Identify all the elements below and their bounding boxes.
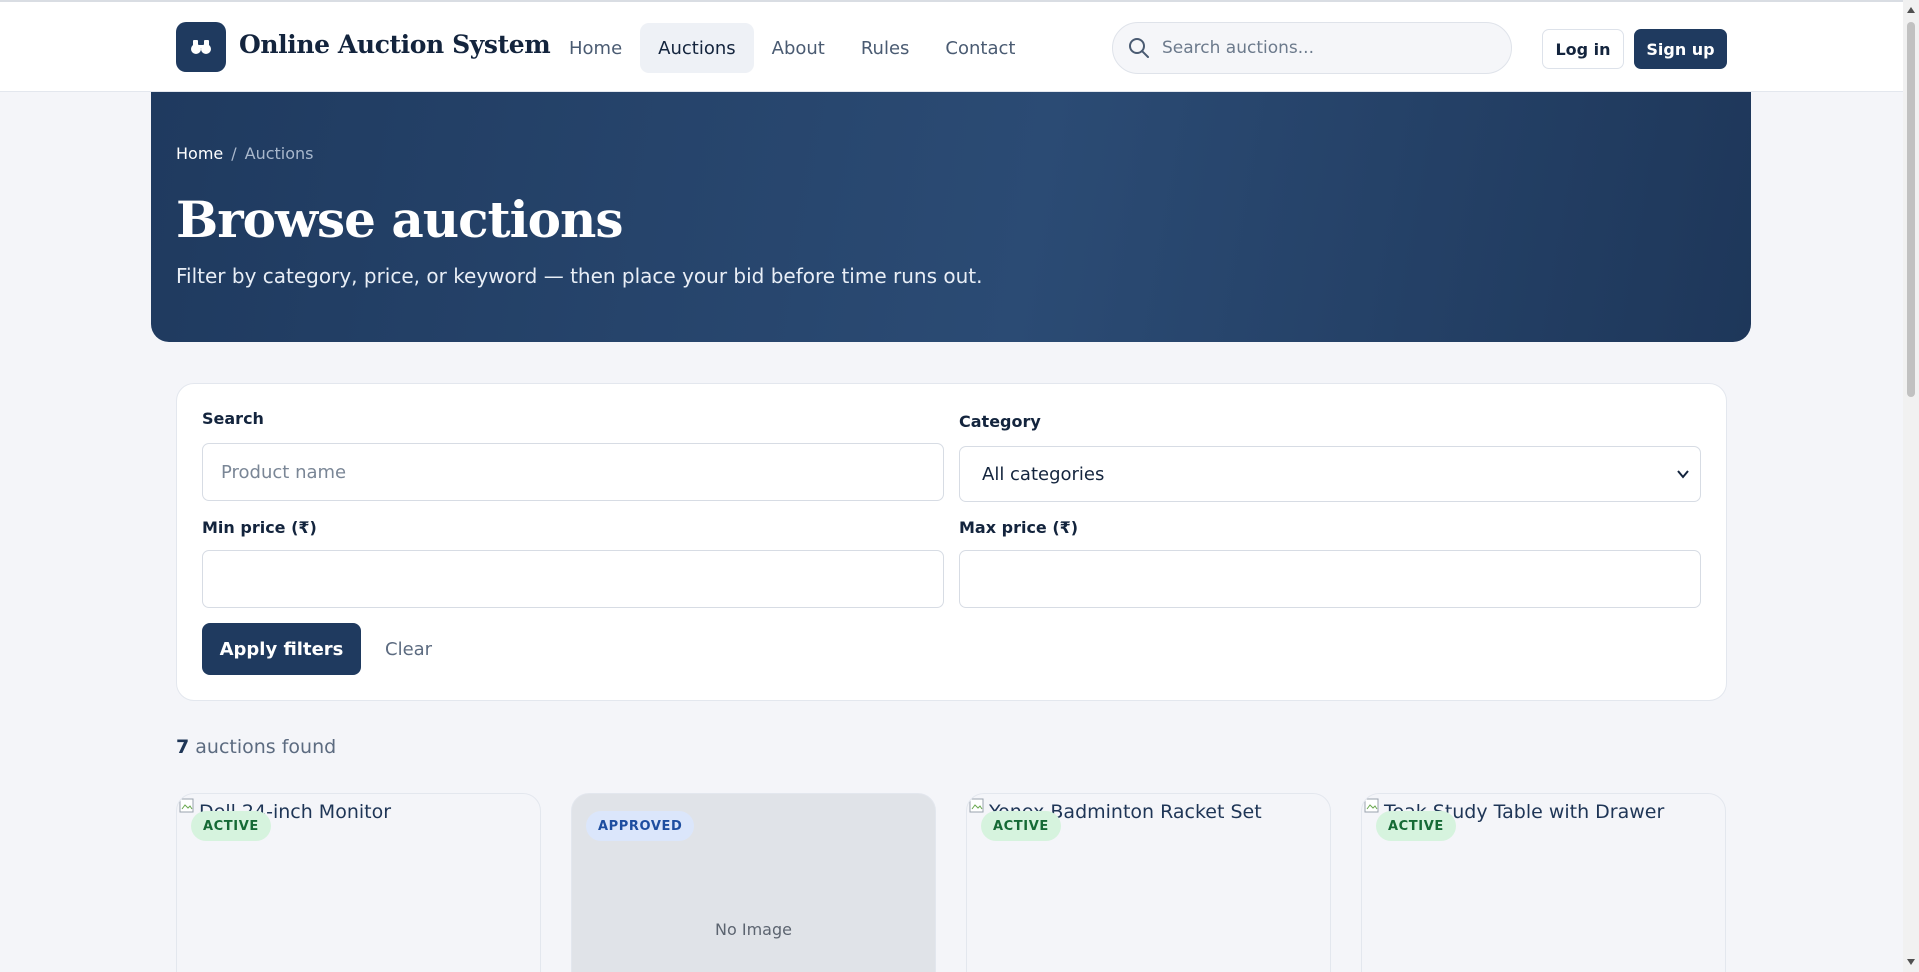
scroll-thumb[interactable]: [1907, 22, 1915, 397]
header-search-input[interactable]: [1162, 38, 1482, 58]
category-select[interactable]: All categories: [959, 446, 1701, 502]
product-search-input[interactable]: [202, 443, 944, 501]
auction-card[interactable]: Yonex Badminton Racket Set ACTIVE: [966, 793, 1331, 972]
status-badge: APPROVED: [586, 811, 695, 841]
search-icon: [1129, 38, 1149, 58]
results-count: 7 auctions found: [176, 736, 336, 758]
page-scrollbar[interactable]: [1903, 0, 1919, 972]
status-badge: ACTIVE: [981, 811, 1061, 841]
scroll-up-icon[interactable]: [1906, 5, 1916, 15]
header-search: [1112, 22, 1512, 74]
search-label: Search: [202, 409, 264, 428]
broken-image-icon: [969, 798, 984, 813]
gavel-icon: [191, 40, 211, 54]
auction-card[interactable]: Dell 24-inch Monitor ACTIVE: [176, 793, 541, 972]
top-navbar: Online Auction System Home Auctions Abou…: [0, 0, 1903, 92]
breadcrumb-current: Auctions: [244, 144, 314, 163]
breadcrumb: Home / Auctions: [176, 144, 314, 163]
results-number: 7: [176, 736, 190, 758]
max-price-label: Max price (₹): [959, 518, 1079, 537]
page-subtitle: Filter by category, price, or keyword — …: [176, 264, 983, 288]
auction-card[interactable]: Teak Study Table with Drawer ACTIVE: [1361, 793, 1726, 972]
brand-name[interactable]: Online Auction System: [239, 30, 551, 59]
signup-button[interactable]: Sign up: [1634, 29, 1727, 69]
nav-about[interactable]: About: [754, 23, 843, 73]
filter-panel: Search Category All categories Min price…: [176, 383, 1727, 701]
nav-contact[interactable]: Contact: [927, 23, 1033, 73]
broken-image-icon: [1364, 798, 1379, 813]
page-title: Browse auctions: [176, 190, 623, 249]
min-price-input[interactable]: [202, 550, 944, 608]
breadcrumb-home[interactable]: Home: [176, 144, 223, 163]
status-badge: ACTIVE: [1376, 811, 1456, 841]
apply-filters-button[interactable]: Apply filters: [202, 623, 361, 675]
clear-filters-button[interactable]: Clear: [373, 623, 444, 675]
breadcrumb-separator: /: [231, 144, 237, 163]
hero-banner: Home / Auctions Browse auctions Filter b…: [151, 92, 1751, 342]
nav-auctions[interactable]: Auctions: [640, 23, 754, 73]
category-selected-value: All categories: [982, 463, 1105, 485]
max-price-input[interactable]: [959, 550, 1701, 608]
no-image-placeholder: No Image: [715, 920, 792, 939]
nav-home[interactable]: Home: [551, 23, 640, 73]
min-price-label: Min price (₹): [202, 518, 317, 537]
status-badge: ACTIVE: [191, 811, 271, 841]
nav-rules[interactable]: Rules: [843, 23, 928, 73]
login-button[interactable]: Log in: [1542, 29, 1624, 69]
scroll-down-icon[interactable]: [1906, 957, 1916, 967]
chevron-down-icon: [1677, 470, 1689, 479]
broken-image-icon: [179, 798, 194, 813]
auction-card[interactable]: APPROVED No Image: [571, 793, 936, 972]
category-label: Category: [959, 412, 1041, 431]
main-nav: Home Auctions About Rules Contact: [551, 23, 1033, 73]
results-suffix: auctions found: [189, 736, 337, 758]
logo[interactable]: [176, 22, 226, 72]
